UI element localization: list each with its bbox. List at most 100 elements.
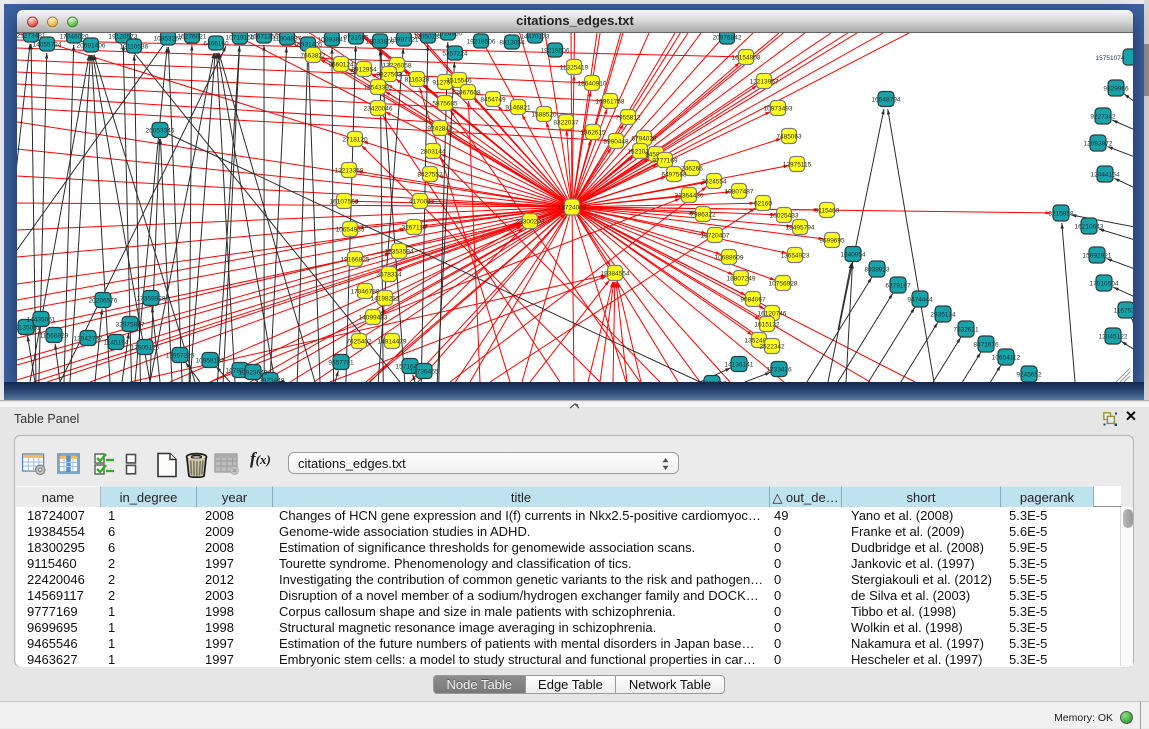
svg-text:14914479: 14914479 [378,339,407,346]
svg-text:1362615: 1362615 [580,130,606,137]
svg-text:32975887: 32975887 [116,322,145,329]
svg-text:417004: 417004 [409,199,431,206]
svg-text:1588520: 1588520 [531,112,557,119]
svg-text:6466160: 6466160 [203,41,229,48]
svg-text:7625402: 7625402 [346,339,372,346]
svg-text:13654923: 13654923 [781,253,810,260]
svg-text:5875685: 5875685 [432,101,458,108]
svg-text:8322037: 8322037 [553,120,579,127]
svg-text:19218506: 19218506 [541,48,570,55]
svg-text:15751074: 15751074 [1096,55,1125,62]
svg-text:11325419: 11325419 [560,65,589,72]
svg-text:12093872: 12093872 [1084,141,1113,148]
svg-text:6379197: 6379197 [885,283,911,290]
svg-text:19166825: 19166825 [341,257,370,264]
svg-text:17957225: 17957225 [166,353,195,360]
svg-text:8427552: 8427552 [417,172,443,179]
svg-text:9474444: 9474444 [907,297,933,304]
svg-text:1640954: 1640954 [840,252,866,259]
svg-text:10958127: 10958127 [196,358,225,365]
svg-text:16154808: 16154808 [732,55,761,62]
svg-text:10973493: 10973493 [764,106,793,113]
svg-text:8938923: 8938923 [864,267,890,274]
svg-text:7632621: 7632621 [953,327,979,334]
svg-text:62160: 62160 [754,201,772,208]
svg-text:8990448: 8990448 [603,139,629,146]
svg-text:16543392: 16543392 [364,85,393,92]
svg-text:14435061: 14435061 [27,317,56,324]
svg-text:12942737: 12942737 [74,336,103,343]
svg-text:12444154: 12444154 [1091,172,1120,179]
svg-text:7663822: 7663822 [300,53,326,60]
svg-text:1167533: 1167533 [1114,308,1133,315]
svg-text:2803144: 2803144 [420,149,446,156]
svg-text:14099483: 14099483 [359,315,388,322]
svg-text:3578334: 3578334 [376,272,402,279]
svg-text:20691406: 20691406 [77,43,106,50]
svg-text:18640910: 18640910 [578,81,607,88]
svg-text:9829966: 9829966 [1103,86,1129,93]
svg-text:17359928: 17359928 [137,296,166,303]
svg-text:1615132: 1615132 [754,322,780,329]
svg-text:15692921: 15692921 [1083,253,1112,260]
svg-text:25300203: 25300203 [516,219,545,226]
svg-text:1145194: 1145194 [104,340,129,347]
svg-text:3267110: 3267110 [402,225,427,232]
svg-text:9657791: 9657791 [328,360,354,367]
svg-text:8813054: 8813054 [499,40,525,47]
svg-text:2935134: 2935134 [930,312,956,319]
svg-text:14055724: 14055724 [33,42,62,49]
svg-text:3624554: 3624554 [701,179,727,186]
svg-text:18495794: 18495794 [786,225,815,232]
svg-text:10756928: 10756928 [769,281,798,288]
svg-text:9777169: 9777169 [652,158,678,165]
svg-text:12975115: 12975115 [783,162,812,169]
svg-text:21364436: 21364436 [675,193,704,200]
svg-text:14136141: 14136141 [725,362,754,369]
svg-text:7986322: 7986322 [690,212,716,219]
svg-text:16961758: 16961758 [596,99,625,106]
svg-text:15720407: 15720407 [701,233,730,240]
svg-text:9227342: 9227342 [1090,114,1116,121]
svg-text:1733426: 1733426 [766,367,792,374]
svg-text:10688609: 10688609 [715,255,744,262]
svg-text:12353594: 12353594 [385,249,414,256]
svg-text:6497568: 6497568 [661,172,687,179]
svg-text:10807487: 10807487 [725,189,754,196]
svg-text:8912954: 8912954 [351,67,377,74]
svg-text:10025433: 10025433 [770,213,799,220]
svg-text:1515546: 1515546 [446,78,472,85]
svg-text:8215958: 8215958 [1048,211,1074,218]
svg-text:7955812: 7955812 [615,115,641,122]
svg-text:8116328: 8116328 [405,77,430,84]
svg-text:18724007: 18724007 [558,205,587,212]
svg-text:2522342: 2522342 [759,344,785,351]
svg-text:10923649: 10923649 [239,370,268,377]
svg-text:12110536: 12110536 [120,44,149,51]
svg-text:19218506: 19218506 [467,39,496,46]
svg-text:17046788: 17046788 [351,289,380,296]
svg-text:9660124: 9660124 [328,62,354,69]
svg-text:9115460: 9115460 [815,208,840,215]
svg-text:20206576: 20206576 [89,298,118,305]
svg-text:5357224: 5357224 [442,51,468,58]
svg-text:10654935: 10654935 [336,227,365,234]
svg-text:8454749: 8454749 [480,97,506,104]
svg-text:9827503: 9827503 [376,72,402,79]
svg-text:11568829: 11568829 [40,333,69,340]
svg-text:19384554: 19384554 [601,271,630,278]
svg-text:9084067: 9084067 [740,297,766,304]
svg-text:2718120: 2718120 [342,137,368,144]
svg-text:14470173: 14470173 [521,34,550,41]
svg-text:9245652: 9245652 [1016,372,1042,379]
svg-text:23420046: 23420046 [364,106,393,113]
svg-text:26053346: 26053346 [146,128,175,135]
svg-text:18807249: 18807249 [727,276,756,283]
svg-text:9242848: 9242848 [427,126,453,133]
svg-text:8471676: 8471676 [973,342,999,349]
svg-text:13736465: 13736465 [410,369,439,376]
svg-text:12213369: 12213369 [335,168,364,175]
svg-text:6794028: 6794028 [631,136,657,143]
svg-text:11724960: 11724960 [434,33,463,38]
svg-text:9699695: 9699695 [819,238,845,245]
